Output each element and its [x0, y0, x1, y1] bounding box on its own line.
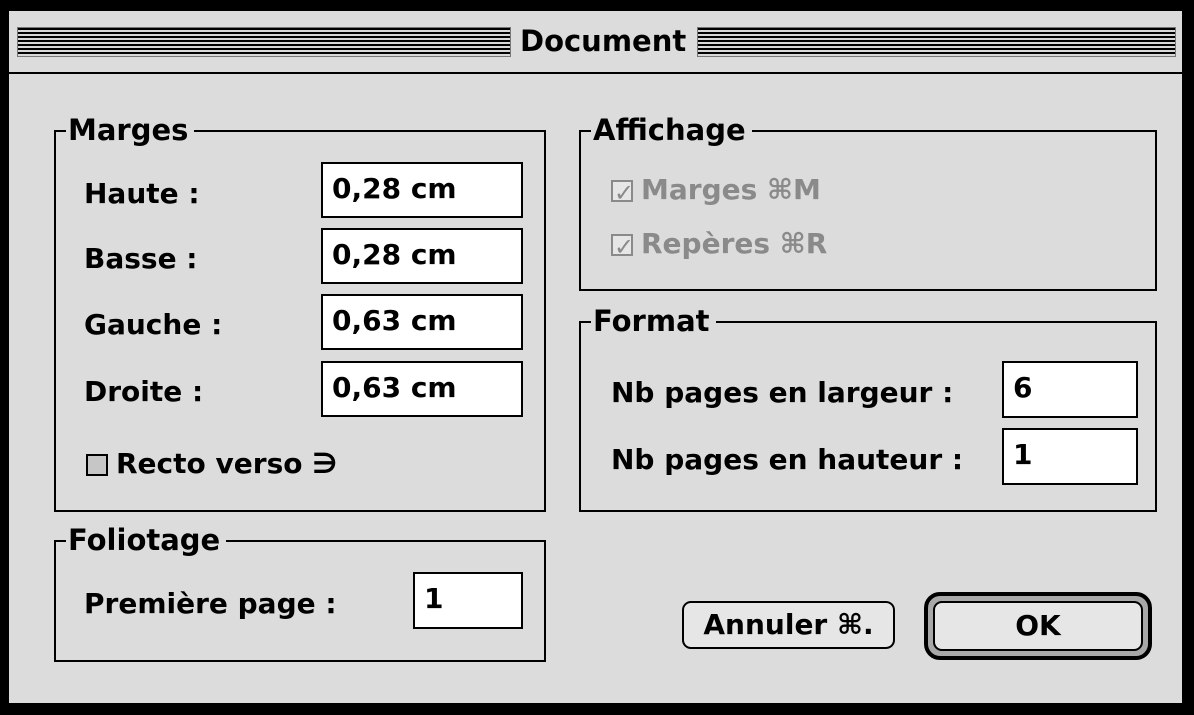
nb-pages-hauteur-label: Nb pages en hauteur : [611, 443, 964, 476]
format-group: Format Nb pages en largeur : 6 Nb pages … [579, 301, 1157, 512]
nb-pages-hauteur-input[interactable]: 1 [1002, 428, 1138, 485]
title-bar[interactable]: Document [9, 11, 1182, 74]
droite-input[interactable]: 0,63 cm [321, 361, 523, 417]
checkbox-checked-icon [611, 173, 634, 213]
reperes-display-checkbox[interactable]: Repères ⌘R [611, 224, 828, 267]
dialog-body: Marges Haute : 0,28 cm Basse : 0,28 cm G… [9, 74, 1182, 703]
marges-group: Marges Haute : 0,28 cm Basse : 0,28 cm G… [54, 110, 546, 512]
ok-button[interactable]: OK [933, 601, 1143, 651]
reperes-display-label: Repères ⌘R [641, 227, 828, 260]
haute-label: Haute : [84, 177, 200, 210]
checkbox-checked-icon [611, 227, 634, 267]
affichage-title: Affichage [591, 110, 752, 150]
affichage-group: Affichage Marges ⌘M Repères ⌘R [579, 110, 1157, 291]
cancel-button[interactable]: Annuler ⌘. [682, 601, 895, 649]
recto-verso-label: Recto verso ∋ [116, 447, 338, 480]
nb-pages-largeur-input[interactable]: 6 [1002, 361, 1138, 418]
basse-label: Basse : [84, 242, 198, 275]
marges-display-label: Marges ⌘M [641, 173, 821, 206]
haute-input[interactable]: 0,28 cm [321, 162, 523, 218]
title-bar-stripes-left [17, 27, 511, 57]
foliotage-title: Foliotage [66, 520, 227, 560]
checkbox-box-icon [86, 454, 108, 476]
droite-label: Droite : [84, 375, 204, 408]
gauche-input[interactable]: 0,63 cm [321, 294, 523, 350]
marges-display-checkbox[interactable]: Marges ⌘M [611, 170, 821, 213]
default-button-ring: OK [924, 592, 1152, 660]
gauche-label: Gauche : [84, 308, 223, 341]
recto-verso-checkbox[interactable]: Recto verso ∋ [86, 444, 337, 484]
basse-input[interactable]: 0,28 cm [321, 228, 523, 284]
format-title: Format [591, 301, 716, 341]
window-title: Document [514, 11, 693, 72]
title-bar-stripes-right [697, 27, 1176, 57]
nb-pages-largeur-label: Nb pages en largeur : [611, 376, 954, 409]
premiere-page-input[interactable]: 1 [413, 572, 523, 629]
marges-title: Marges [66, 110, 195, 150]
foliotage-group: Foliotage Première page : 1 [54, 520, 546, 662]
document-dialog: Document Marges Haute : 0,28 cm Basse : … [7, 9, 1184, 705]
premiere-page-label: Première page : [84, 587, 337, 620]
